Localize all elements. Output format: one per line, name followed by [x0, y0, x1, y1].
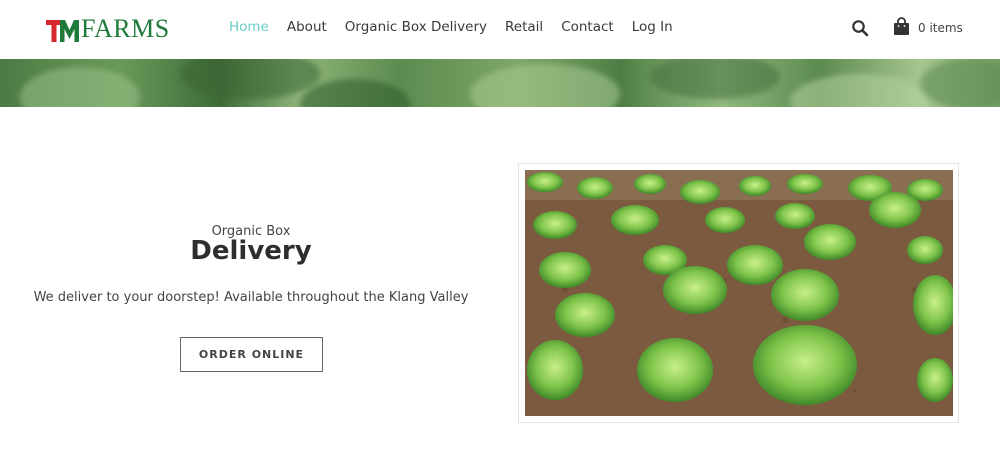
nav-item-retail[interactable]: Retail — [505, 18, 543, 36]
nav-item-about[interactable]: About — [287, 18, 327, 36]
tm-logo-mark-icon — [46, 20, 79, 42]
cart-count[interactable]: 0 items — [918, 21, 963, 35]
lettuce-photo-frame — [518, 163, 959, 423]
shopping-bag-icon[interactable] — [893, 17, 910, 36]
lettuce-field-photo — [525, 170, 953, 416]
hero-banner-image — [0, 59, 1000, 107]
nav-item-home[interactable]: Home — [229, 18, 269, 36]
logo-wordmark: FARMS — [81, 14, 170, 43]
site-header: FARMS Home About Organic Box Delivery Re… — [0, 0, 1000, 59]
site-logo[interactable]: FARMS — [46, 12, 170, 42]
nav-item-log-in[interactable]: Log In — [632, 18, 673, 36]
order-online-button[interactable]: ORDER ONLINE — [180, 337, 323, 372]
search-icon[interactable] — [851, 19, 869, 37]
nav-item-organic-box-delivery[interactable]: Organic Box Delivery — [345, 18, 487, 36]
hero-title: Delivery — [190, 236, 312, 266]
nav-item-contact[interactable]: Contact — [561, 18, 614, 36]
lettuce-field-illustration — [525, 170, 953, 416]
hero-description: We deliver to your doorstep! Available t… — [33, 290, 469, 305]
main-nav: Home About Organic Box Delivery Retail C… — [229, 18, 691, 36]
